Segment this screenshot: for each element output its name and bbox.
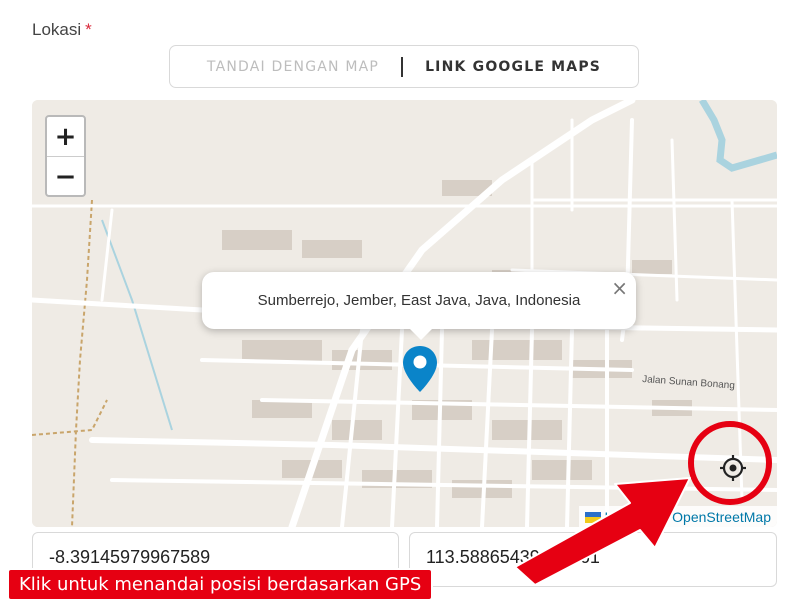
zoom-control: + − <box>45 115 86 197</box>
popup-address: Sumberrejo, Jember, East Java, Java, Ind… <box>257 292 581 309</box>
required-mark: * <box>85 20 92 39</box>
location-popup: Sumberrejo, Jember, East Java, Java, Ind… <box>202 272 636 340</box>
popup-close-icon[interactable]: × <box>611 276 628 300</box>
map-view[interactable]: Jalan Sunan Bonang + − Sumberrejo, Jembe… <box>32 100 777 527</box>
location-mode-toggle: TANDAI DENGAN MAP LINK GOOGLE MAPS <box>169 45 639 88</box>
zoom-in-button[interactable]: + <box>47 117 84 156</box>
zoom-out-button[interactable]: − <box>47 156 84 196</box>
attribution-text[interactable]: Leaflet | © OpenStreetMap <box>605 509 772 525</box>
toggle-divider <box>401 56 404 77</box>
field-label-text: Lokasi <box>32 20 82 39</box>
map-attribution: Leaflet | © OpenStreetMap <box>578 506 777 527</box>
field-label: Lokasi * <box>32 20 92 40</box>
highlight-circle <box>688 421 772 505</box>
map-marker-icon[interactable] <box>402 345 438 398</box>
popup-tip <box>410 329 432 340</box>
tab-google-maps-link[interactable]: LINK GOOGLE MAPS <box>425 59 601 75</box>
ukraine-flag-icon <box>584 511 601 523</box>
tab-mark-on-map[interactable]: TANDAI DENGAN MAP <box>207 59 379 75</box>
annotation-callout: Klik untuk menandai posisi berdasarkan G… <box>7 568 434 601</box>
longitude-field[interactable]: 113.58865439496461 <box>409 532 777 587</box>
